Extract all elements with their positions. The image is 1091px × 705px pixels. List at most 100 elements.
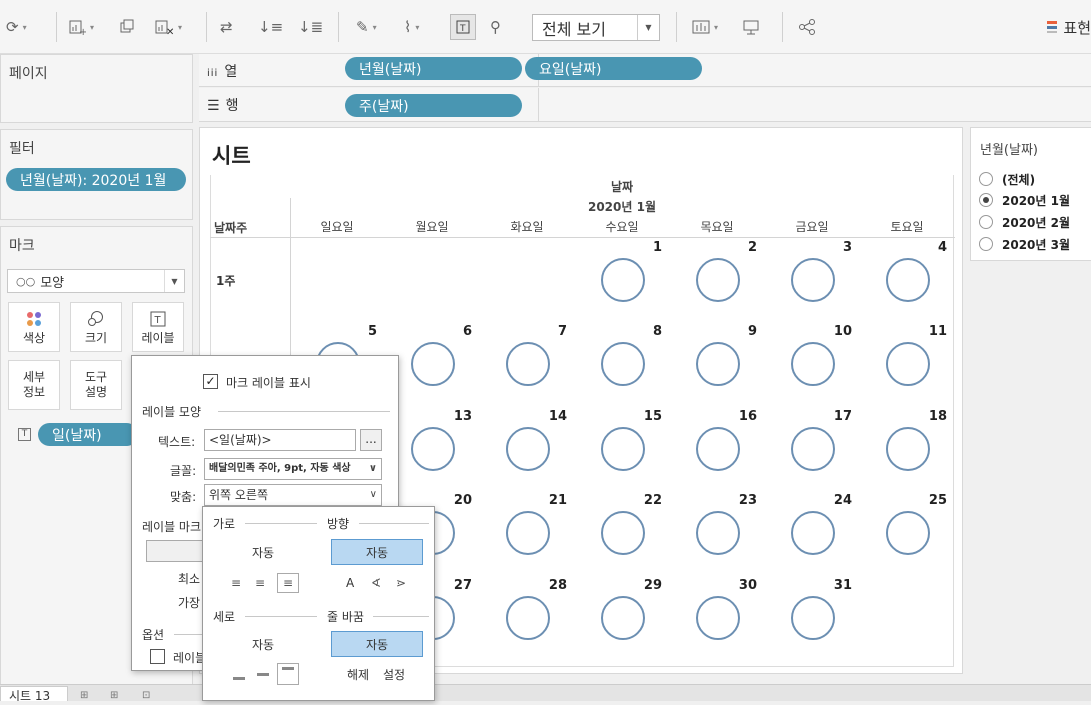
day-mark-circle[interactable] <box>600 342 645 386</box>
color-card[interactable]: 색상 <box>8 302 60 352</box>
text-horizontal-icon[interactable]: A <box>346 576 354 590</box>
day-number: 2 <box>747 240 757 255</box>
day-mark-circle[interactable] <box>505 596 550 640</box>
day-number: 5 <box>367 324 377 339</box>
day-number: 8 <box>652 324 662 339</box>
radio-2020-jan[interactable] <box>979 193 993 207</box>
wrap-on-button[interactable]: 설정 <box>379 663 409 685</box>
show-labels-checkbox[interactable]: ✓ <box>203 374 218 389</box>
label-card[interactable]: T 레이블 <box>132 302 184 352</box>
valign-top-icon[interactable] <box>277 663 299 685</box>
day-mark-circle[interactable] <box>600 511 645 555</box>
show-cards-icon[interactable]: ▾ <box>692 14 718 40</box>
font-field[interactable]: 배달의민족 주아, 9pt, 자동 색상 ∨ <box>204 458 382 480</box>
view-mode-select[interactable]: 전체 보기 ▼ <box>532 14 660 41</box>
align-right-icon[interactable]: ≡ <box>277 573 299 593</box>
filter-pill[interactable]: 년월(날짜): 2020년 1월 <box>6 168 186 191</box>
week-label-1: 1주 <box>216 274 236 288</box>
day-mark-circle[interactable] <box>505 427 550 471</box>
valign-bottom-icon[interactable] <box>233 677 245 680</box>
size-card[interactable]: 크기 <box>70 302 122 352</box>
day-number: 21 <box>548 493 567 508</box>
duplicate-sheet-icon[interactable] <box>118 14 136 40</box>
new-worksheet-tab-icon[interactable]: ⊞ <box>80 690 88 701</box>
align-left-icon[interactable]: ≡ <box>231 576 241 590</box>
horizontal-auto-button[interactable]: 자동 <box>227 539 299 565</box>
radio-all[interactable] <box>979 172 993 186</box>
day-mark-circle[interactable] <box>790 342 835 386</box>
wrap-auto-button[interactable]: 자동 <box>331 631 423 657</box>
rows-pill-week[interactable]: 주(날짜) <box>345 94 522 117</box>
align-center-icon[interactable]: ≡ <box>255 576 265 590</box>
detail-card[interactable]: 세부 정보 <box>8 360 60 410</box>
day-mark-circle[interactable] <box>885 427 930 471</box>
day-mark-circle[interactable] <box>695 511 740 555</box>
size-icon <box>87 309 105 329</box>
new-story-tab-icon[interactable]: ⊡ <box>142 690 150 701</box>
sort-descending-icon[interactable]: ↓≣ <box>298 14 323 40</box>
direction-heading: 방향 <box>327 517 350 531</box>
tooltip-card[interactable]: 도구 설명 <box>70 360 122 410</box>
share-icon[interactable] <box>798 14 816 40</box>
text-field[interactable]: <일(날짜)> <box>204 429 356 451</box>
day-mark-circle[interactable] <box>695 596 740 640</box>
day-mark-circle[interactable] <box>885 258 930 302</box>
new-worksheet-icon[interactable]: + ▾ <box>68 14 94 40</box>
tab-sheet-13[interactable]: 시트 13 <box>0 686 68 703</box>
day-mark-circle[interactable] <box>505 342 550 386</box>
marks-label-pill[interactable]: 일(날짜) <box>38 423 138 446</box>
wrap-off-button[interactable]: 해제 <box>343 663 373 685</box>
day-mark-circle[interactable] <box>695 427 740 471</box>
vertical-auto-button[interactable]: 자동 <box>227 631 299 657</box>
sort-ascending-icon[interactable]: ↓≡ <box>258 14 283 40</box>
columns-icon: iii <box>207 68 219 79</box>
day-mark-circle[interactable] <box>790 427 835 471</box>
day-mark-circle[interactable] <box>790 596 835 640</box>
day-mark-circle[interactable] <box>790 258 835 302</box>
alignment-field[interactable]: 위쪽 오른쪽 ∨ <box>204 484 382 506</box>
radio-2020-mar[interactable] <box>979 237 993 251</box>
shape-icon: ○○ <box>16 274 36 288</box>
day-mark-circle[interactable] <box>600 427 645 471</box>
day-mark-circle[interactable] <box>885 511 930 555</box>
clear-sheet-icon[interactable]: ✕ ▾ <box>154 14 182 40</box>
swap-axes-icon[interactable]: ⇄ <box>220 14 233 40</box>
refresh-icon[interactable]: ⟳ ▾ <box>6 14 27 40</box>
text-rotate-up-icon[interactable]: ∢ <box>371 576 381 590</box>
day-header: 일요일 <box>320 220 354 234</box>
paperclip-icon[interactable]: ⌇ ▾ <box>404 14 419 40</box>
show-me-button[interactable]: 표현 <box>1047 14 1091 40</box>
mark-type-select[interactable]: ○○ 모양 ▼ <box>7 269 185 293</box>
pin-icon[interactable]: ⚲ <box>490 14 501 40</box>
columns-pill-weekday[interactable]: 요일(날짜) <box>525 57 702 80</box>
text-rotate-down-icon[interactable]: ⋗ <box>396 576 406 590</box>
marks-to-label-heading: 레이블 마크 <box>142 520 202 534</box>
day-header: 화요일 <box>510 220 544 234</box>
day-mark-circle[interactable] <box>505 511 550 555</box>
day-mark-circle[interactable] <box>410 342 455 386</box>
day-mark-circle[interactable] <box>410 427 455 471</box>
day-number: 22 <box>643 493 662 508</box>
alignment-popup: 가로 방향 자동 자동 ≡ ≡ ≡ A ∢ ⋗ 세로 줄 바꿈 자동 자동 해제… <box>202 506 435 701</box>
highlight-pen-icon[interactable]: ✎ ▾ <box>356 14 377 40</box>
day-number: 18 <box>928 409 947 424</box>
text-edit-button[interactable]: ... <box>360 429 382 451</box>
chevron-down-icon: ∨ <box>369 489 377 500</box>
options-checkbox[interactable] <box>150 649 165 664</box>
day-mark-circle[interactable] <box>885 342 930 386</box>
svg-text:+: + <box>79 27 86 36</box>
day-mark-circle[interactable] <box>695 342 740 386</box>
day-number: 20 <box>453 493 472 508</box>
day-mark-circle[interactable] <box>600 596 645 640</box>
sheet-tab-bar <box>0 684 1091 701</box>
day-mark-circle[interactable] <box>600 258 645 302</box>
presentation-icon[interactable] <box>742 14 760 40</box>
valign-middle-icon[interactable] <box>257 673 269 676</box>
day-mark-circle[interactable] <box>790 511 835 555</box>
show-mark-labels-icon[interactable]: T <box>450 14 476 40</box>
direction-auto-button[interactable]: 자동 <box>331 539 423 565</box>
new-dashboard-tab-icon[interactable]: ⊞ <box>110 690 118 701</box>
columns-pill-yearmonth[interactable]: 년월(날짜) <box>345 57 522 80</box>
radio-2020-feb[interactable] <box>979 215 993 229</box>
day-mark-circle[interactable] <box>695 258 740 302</box>
